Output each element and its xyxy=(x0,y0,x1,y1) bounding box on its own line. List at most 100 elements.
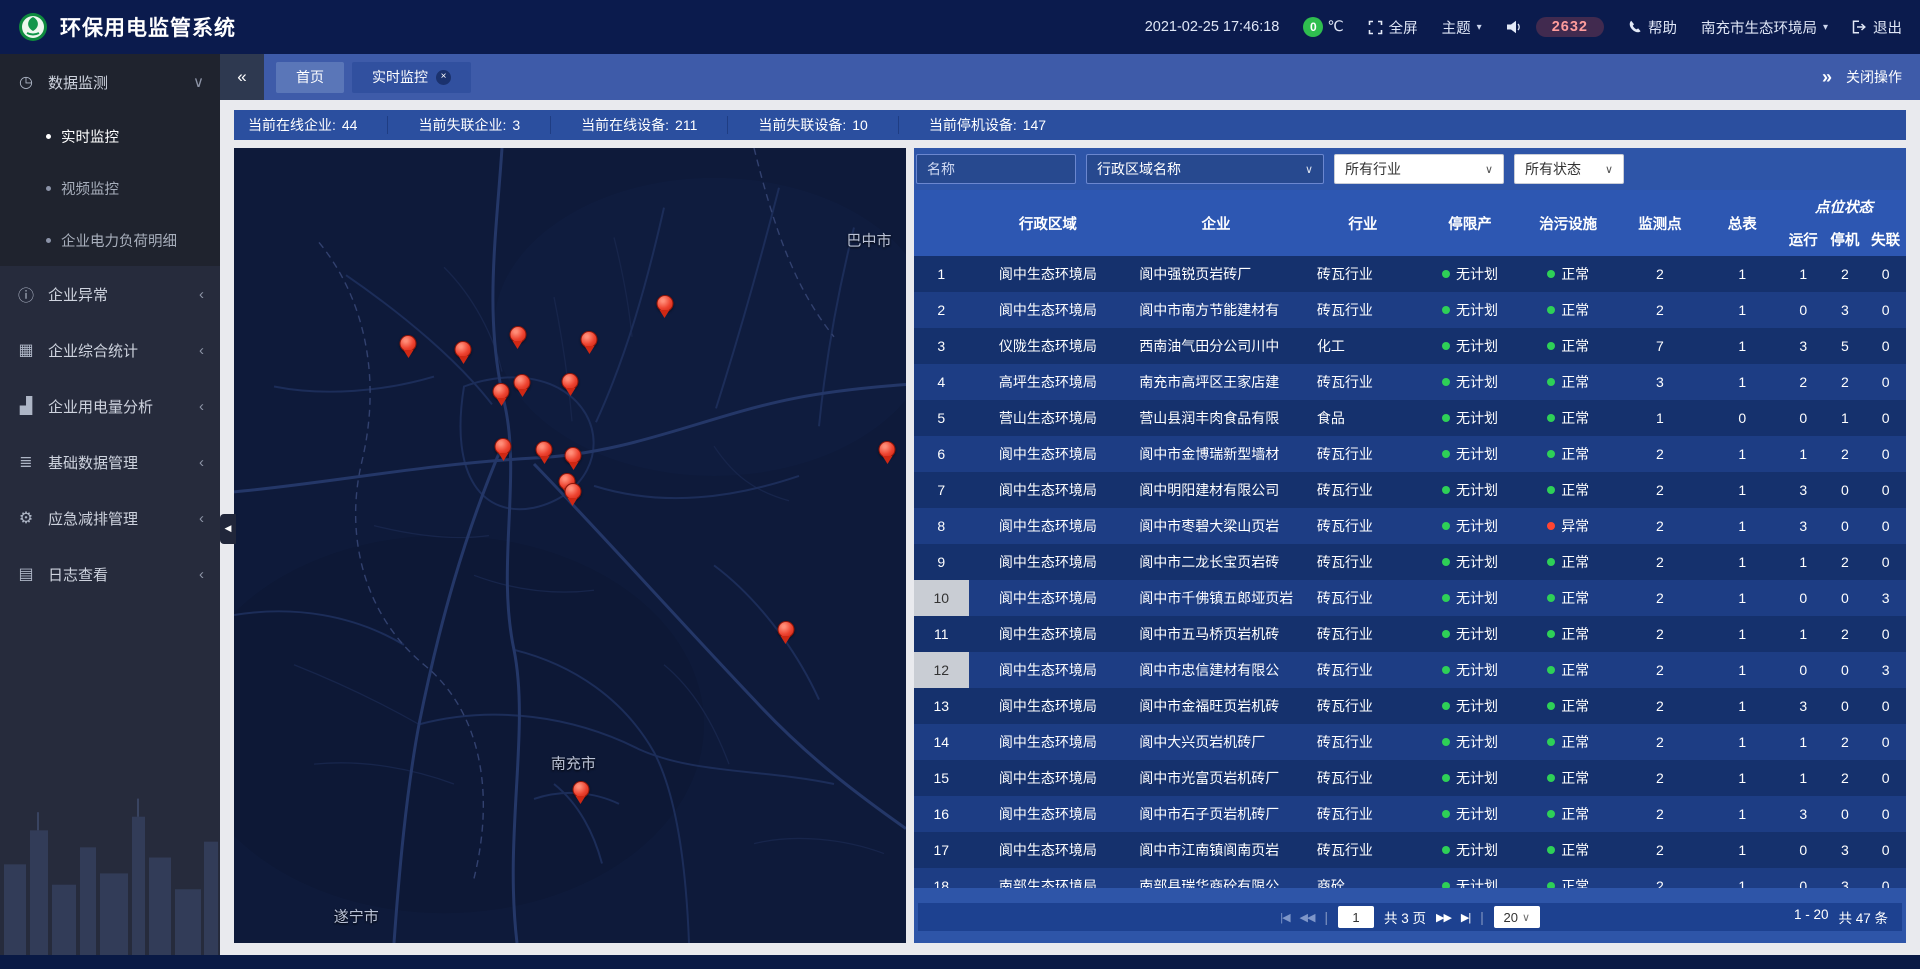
cell-company: 阆中强锐页岩砖厂 xyxy=(1127,256,1305,292)
cell-limit-production: 无计划 xyxy=(1421,832,1519,868)
map-pin-icon[interactable] xyxy=(879,441,896,458)
map-pin-icon[interactable] xyxy=(495,438,512,455)
sidebar-item-company-statistics[interactable]: ▦企业综合统计‹ xyxy=(0,322,220,378)
collapse-tabs-button[interactable]: « xyxy=(220,54,264,100)
alert-count-badge[interactable]: 2632 xyxy=(1536,17,1604,37)
theme-menu[interactable]: 主题 ▾ xyxy=(1442,17,1482,38)
fullscreen-button[interactable]: 全屏 xyxy=(1368,17,1418,38)
cell-total-meters: 1 xyxy=(1703,364,1782,400)
caret-down-icon: ▾ xyxy=(1477,22,1482,33)
sidebar-item-power-load-detail[interactable]: 企业电力负荷明细 xyxy=(0,214,220,266)
speaker-button[interactable] xyxy=(1506,20,1522,34)
sidebar-item-data-monitor[interactable]: ◷数据监测∨ xyxy=(0,54,220,110)
sidebar-item-base-data-mgmt[interactable]: ≣基础数据管理‹ xyxy=(0,434,220,490)
map-pin-icon[interactable] xyxy=(514,374,531,391)
table-row[interactable]: 6阆中生态环境局阆中市金博瑞新型墙材砖瓦行业无计划正常21120 xyxy=(914,436,1906,472)
map-pin-icon[interactable] xyxy=(581,331,598,348)
sidebar-item-log-view[interactable]: ▤日志查看‹ xyxy=(0,546,220,602)
prev-page-button[interactable]: ◀◀ xyxy=(1300,911,1315,924)
double-chevron-right-icon[interactable]: » xyxy=(1822,67,1832,88)
cell-row-index: 5 xyxy=(914,400,969,436)
table-row[interactable]: 9阆中生态环境局阆中市二龙长宝页岩砖砖瓦行业无计划正常21120 xyxy=(914,544,1906,580)
table-row[interactable]: 10阆中生态环境局阆中市千佛镇五郎垭页岩砖瓦行业无计划正常21003 xyxy=(914,580,1906,616)
map-pin-icon[interactable] xyxy=(493,383,510,400)
help-button[interactable]: 帮助 xyxy=(1628,17,1677,38)
status-dot-green xyxy=(1547,414,1555,422)
temperature-unit: ℃ xyxy=(1327,19,1343,35)
table-row[interactable]: 13阆中生态环境局阆中市金福旺页岩机砖砖瓦行业无计划正常21300 xyxy=(914,688,1906,724)
sidebar-item-power-usage-analysis[interactable]: ▟企业用电量分析‹ xyxy=(0,378,220,434)
table-row[interactable]: 17阆中生态环境局阆中市江南镇阆南页岩砖瓦行业无计划正常21030 xyxy=(914,832,1906,868)
cell-region: 阆中生态环境局 xyxy=(969,616,1128,652)
cell-running: 0 xyxy=(1782,580,1825,616)
stat-value: 44 xyxy=(342,117,358,133)
map-pin-icon[interactable] xyxy=(400,335,417,352)
table-row[interactable]: 1阆中生态环境局阆中强锐页岩砖厂砖瓦行业无计划正常21120 xyxy=(914,256,1906,292)
table-row[interactable]: 14阆中生态环境局阆中大兴页岩机砖厂砖瓦行业无计划正常21120 xyxy=(914,724,1906,760)
sidebar-item-emergency-reduction-mgmt[interactable]: ⚙应急减排管理‹ xyxy=(0,490,220,546)
table-row[interactable]: 11阆中生态环境局阆中市五马桥页岩机砖砖瓦行业无计划正常21120 xyxy=(914,616,1906,652)
table-row[interactable]: 7阆中生态环境局阆中明阳建材有限公司砖瓦行业无计划正常21300 xyxy=(914,472,1906,508)
first-page-button[interactable]: |◀ xyxy=(1280,911,1289,924)
cell-industry: 砖瓦行业 xyxy=(1305,292,1421,328)
filter-bar: 行政区域名称 ∨ 所有行业 ∨ 所有状态 ∨ xyxy=(916,154,1906,184)
industry-select[interactable]: 所有行业 ∨ xyxy=(1334,154,1504,184)
sidebar-item-video-monitor[interactable]: 视频监控 xyxy=(0,162,220,214)
cell-limit-production: 无计划 xyxy=(1421,508,1519,544)
cell-row-index: 1 xyxy=(914,256,969,292)
tab-home[interactable]: 首页 xyxy=(276,62,344,93)
sidebar-item-realtime-monitor[interactable]: 实时监控 xyxy=(0,110,220,162)
name-search-input[interactable] xyxy=(916,154,1076,184)
cell-disconnected: 0 xyxy=(1865,256,1906,292)
status-dot-green xyxy=(1442,774,1450,782)
sidebar-item-company-abnormal[interactable]: ⓘ企业异常‹ xyxy=(0,266,220,322)
table-row[interactable]: 18南部生态环境局南部县瑞华商砼有限公商砼无计划正常21030 xyxy=(914,868,1906,888)
map-pin-icon[interactable] xyxy=(455,341,472,358)
table-row[interactable]: 15阆中生态环境局阆中市光富页岩机砖厂砖瓦行业无计划正常21120 xyxy=(914,760,1906,796)
region-select[interactable]: 行政区域名称 ∨ xyxy=(1086,154,1324,184)
next-page-button[interactable]: ▶▶ xyxy=(1436,911,1451,924)
stat-label: 当前失联企业: xyxy=(418,115,506,135)
table-row[interactable]: 3仪陇生态环境局西南油气田分公司川中化工无计划正常71350 xyxy=(914,328,1906,364)
org-menu[interactable]: 南充市生态环境局 ▾ xyxy=(1701,17,1828,38)
table-row[interactable]: 5营山生态环境局营山县润丰肉食品有限食品无计划正常10010 xyxy=(914,400,1906,436)
fullscreen-icon xyxy=(1368,20,1383,35)
map-pin-icon[interactable] xyxy=(562,373,579,390)
col-industry-header: 行业 xyxy=(1305,190,1421,256)
cell-industry: 砖瓦行业 xyxy=(1305,652,1421,688)
page-size-select[interactable]: 20 ∨ xyxy=(1494,906,1540,928)
top-header: 环保用电监管系统 2021-02-25 17:46:18 0 ℃ 全屏 主题 ▾… xyxy=(0,0,1920,54)
table-row[interactable]: 12阆中生态环境局阆中市忠信建材有限公砖瓦行业无计划正常21003 xyxy=(914,652,1906,688)
chevron-down-icon: ∨ xyxy=(1605,163,1613,176)
table-row[interactable]: 8阆中生态环境局阆中市枣碧大梁山页岩砖瓦行业无计划异常21300 xyxy=(914,508,1906,544)
map-city-label: 巴中市 xyxy=(847,230,892,251)
logout-button[interactable]: 退出 xyxy=(1852,17,1902,38)
map-panel[interactable]: 巴中市南充市遂宁市 ◀ xyxy=(234,148,906,943)
close-tab-icon[interactable]: × xyxy=(436,70,451,85)
map-collapse-handle[interactable]: ◀ xyxy=(220,514,236,544)
map-pin-icon[interactable] xyxy=(536,441,553,458)
cell-disconnected: 0 xyxy=(1865,328,1906,364)
stat-offline-devices: 当前失联设备:10 xyxy=(758,116,898,134)
map-pin-icon[interactable] xyxy=(777,621,794,638)
cell-facility-status: 正常 xyxy=(1519,796,1617,832)
cell-company: 阆中大兴页岩机砖厂 xyxy=(1127,724,1305,760)
table-row[interactable]: 4高坪生态环境局南充市高坪区王家店建砖瓦行业无计划正常31220 xyxy=(914,364,1906,400)
map-pin-icon[interactable] xyxy=(565,447,582,464)
stat-offline-companies: 当前失联企业:3 xyxy=(418,116,551,134)
table-row[interactable]: 2阆中生态环境局阆中市南方节能建材有砖瓦行业无计划正常21030 xyxy=(914,292,1906,328)
cell-running: 0 xyxy=(1782,832,1825,868)
tab-realtime-monitor[interactable]: 实时监控 × xyxy=(352,62,471,93)
last-page-button[interactable]: ▶| xyxy=(1461,911,1470,924)
page-number-input[interactable] xyxy=(1338,906,1374,928)
map-pin-icon[interactable] xyxy=(509,326,526,343)
close-operations-button[interactable]: 关闭操作 xyxy=(1846,67,1902,87)
cell-company: 阆中市石子页岩机砖厂 xyxy=(1127,796,1305,832)
table-row[interactable]: 16阆中生态环境局阆中市石子页岩机砖厂砖瓦行业无计划正常21300 xyxy=(914,796,1906,832)
cell-total-meters: 1 xyxy=(1703,580,1782,616)
map-pin-icon[interactable] xyxy=(564,483,581,500)
map-pin-icon[interactable] xyxy=(572,781,589,798)
map-pin-icon[interactable] xyxy=(656,295,673,312)
status-select[interactable]: 所有状态 ∨ xyxy=(1514,154,1624,184)
cell-monitor-points: 2 xyxy=(1617,256,1702,292)
